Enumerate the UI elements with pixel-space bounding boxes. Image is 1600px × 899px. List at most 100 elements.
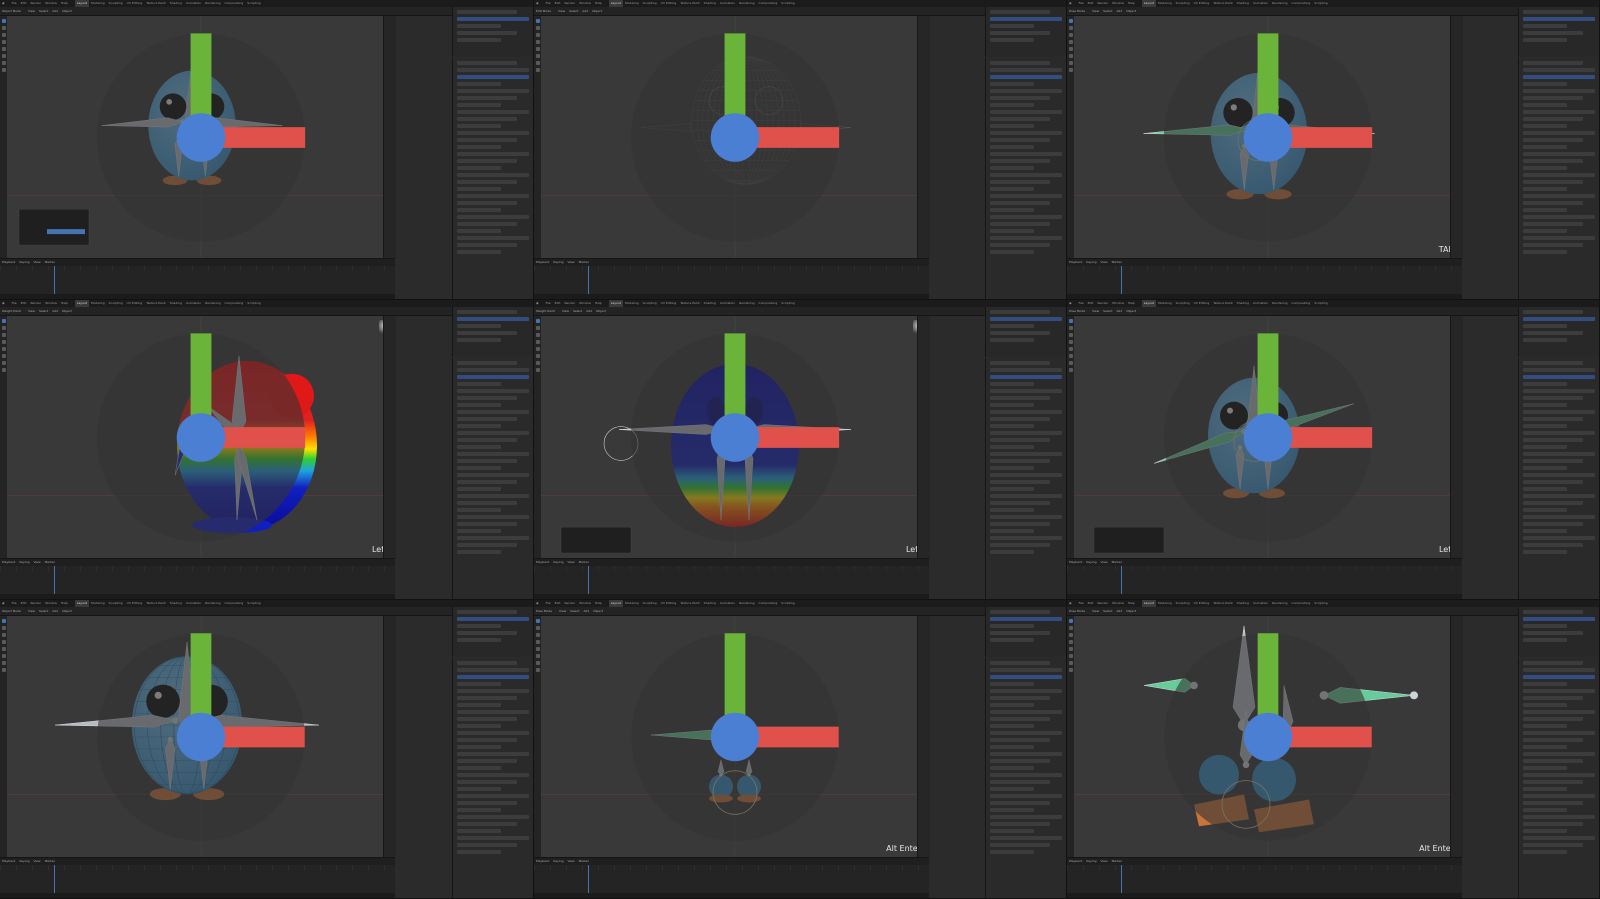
navigation-gizmo[interactable]: [1074, 16, 1462, 259]
annotate-tool-icon[interactable]: [535, 361, 540, 365]
menu-item[interactable]: Render: [1095, 0, 1110, 7]
menu-item[interactable]: Help: [59, 0, 70, 7]
workspace-tab[interactable]: Texture Paint: [144, 0, 167, 7]
workspace-tab[interactable]: Compositing: [1289, 300, 1312, 307]
move-tool-icon[interactable]: [535, 333, 540, 337]
blender-logo-icon[interactable]: ◉: [0, 300, 7, 307]
workspace-tab[interactable]: Layout: [74, 300, 89, 307]
header-menu[interactable]: Object: [594, 307, 608, 315]
menu-item[interactable]: Edit: [553, 600, 563, 607]
scale-tool-icon[interactable]: [1068, 647, 1073, 651]
header-menu[interactable]: Add: [1114, 307, 1124, 315]
timeline-menu[interactable]: Marker: [577, 259, 591, 266]
blender-logo-icon[interactable]: ◉: [0, 600, 7, 607]
workspace-tab[interactable]: Texture Paint: [678, 0, 701, 7]
menu-item[interactable]: Help: [593, 300, 604, 307]
annotate-tool-icon[interactable]: [535, 61, 540, 65]
header-menu[interactable]: View: [1090, 307, 1101, 315]
workspace-tab[interactable]: Texture Paint: [678, 600, 701, 607]
workspace-tab[interactable]: Sculpting: [641, 0, 659, 7]
scale-tool-icon[interactable]: [535, 347, 540, 351]
workspace-tab[interactable]: Modeling: [89, 300, 107, 307]
header-menu[interactable]: Object: [1124, 307, 1138, 315]
timeline[interactable]: Playback Keying View Marker: [534, 258, 929, 299]
3d-viewport[interactable]: [541, 16, 929, 259]
workspace-tab[interactable]: Modeling: [89, 0, 107, 7]
outliner[interactable]: [1518, 307, 1599, 357]
header-menu[interactable]: View: [1090, 607, 1101, 615]
timeline-menu[interactable]: Keying: [1084, 858, 1098, 865]
frame-ruler[interactable]: [534, 865, 929, 870]
blender-logo-icon[interactable]: ◉: [534, 300, 541, 307]
workspace-tab[interactable]: Modeling: [623, 300, 641, 307]
cursor-tool-icon[interactable]: [535, 626, 540, 630]
workspace-tab[interactable]: Rendering: [737, 300, 756, 307]
menu-item[interactable]: File: [10, 300, 19, 307]
workspace-tab[interactable]: Scripting: [1312, 0, 1329, 7]
rotate-tool-icon[interactable]: [1068, 40, 1073, 44]
properties-editor[interactable]: [1518, 358, 1599, 599]
workspace-tab[interactable]: UV Editing: [125, 0, 145, 7]
3d-viewport[interactable]: [7, 16, 395, 259]
menu-item[interactable]: File: [10, 0, 19, 7]
sidebar-n-panel[interactable]: [383, 316, 396, 559]
menu-item[interactable]: Window: [577, 600, 593, 607]
select-tool-icon[interactable]: [535, 319, 540, 323]
timeline-menu[interactable]: View: [31, 259, 42, 266]
header-menu[interactable]: View: [557, 607, 568, 615]
transform-tool-icon[interactable]: [1068, 654, 1073, 658]
sidebar-n-panel[interactable]: [1450, 616, 1463, 858]
rotate-tool-icon[interactable]: [535, 340, 540, 344]
timeline-menu[interactable]: Marker: [43, 858, 57, 865]
cursor-tool-icon[interactable]: [1, 26, 6, 30]
menu-item[interactable]: Help: [1126, 300, 1137, 307]
transform-tool-icon[interactable]: [1, 354, 6, 358]
workspace-tab[interactable]: Scripting: [245, 300, 262, 307]
properties-editor[interactable]: [452, 358, 533, 599]
3d-viewport[interactable]: [7, 616, 395, 858]
menu-item[interactable]: Render: [1095, 600, 1110, 607]
workspace-tab[interactable]: Compositing: [222, 300, 245, 307]
rotate-tool-icon[interactable]: [1068, 640, 1073, 644]
workspace-tab[interactable]: Texture Paint: [144, 300, 167, 307]
select-tool-icon[interactable]: [1068, 319, 1073, 323]
timeline-menu[interactable]: Keying: [17, 858, 31, 865]
navigation-gizmo[interactable]: [1074, 316, 1462, 559]
header-menu[interactable]: Select: [37, 607, 50, 615]
blender-logo-icon[interactable]: ◉: [1067, 300, 1074, 307]
rotate-tool-icon[interactable]: [1068, 340, 1073, 344]
header-menu[interactable]: Object: [60, 307, 74, 315]
workspace-tab[interactable]: Animation: [184, 300, 203, 307]
sidebar-n-panel[interactable]: [1450, 16, 1463, 259]
workspace-tab[interactable]: Compositing: [1289, 0, 1312, 7]
annotate-tool-icon[interactable]: [1068, 61, 1073, 65]
header-menu[interactable]: View: [560, 307, 571, 315]
frame-ruler[interactable]: [0, 566, 395, 571]
header-menu[interactable]: View: [26, 7, 37, 15]
3d-viewport[interactable]: Alt Enter: [541, 616, 929, 858]
workspace-tab[interactable]: Animation: [1251, 600, 1270, 607]
workspace-tab[interactable]: Layout: [74, 0, 89, 7]
sidebar-n-panel[interactable]: [383, 16, 396, 259]
timeline-menu[interactable]: View: [1098, 559, 1109, 566]
workspace-tab[interactable]: Texture Paint: [1211, 0, 1234, 7]
workspace-tab[interactable]: Sculpting: [1174, 300, 1192, 307]
properties-editor[interactable]: [985, 58, 1066, 299]
workspace-tab[interactable]: UV Editing: [659, 0, 679, 7]
timeline-menu[interactable]: Keying: [551, 259, 565, 266]
workspace-tab[interactable]: Scripting: [779, 600, 796, 607]
header-menu[interactable]: Object: [1124, 7, 1138, 15]
timeline-menu[interactable]: View: [1098, 858, 1109, 865]
workspace-tab[interactable]: Animation: [718, 300, 737, 307]
workspace-tab[interactable]: Animation: [184, 0, 203, 7]
workspace-tab[interactable]: Scripting: [1312, 300, 1329, 307]
workspace-tab[interactable]: Animation: [1251, 0, 1270, 7]
timeline-menu[interactable]: View: [1098, 259, 1109, 266]
workspace-tab[interactable]: Modeling: [1156, 0, 1174, 7]
move-tool-icon[interactable]: [1068, 333, 1073, 337]
workspace-tab[interactable]: Animation: [184, 600, 203, 607]
workspace-tab[interactable]: Animation: [718, 600, 737, 607]
header-menu[interactable]: View: [26, 307, 37, 315]
workspace-tab[interactable]: Rendering: [737, 600, 756, 607]
header-menu[interactable]: Object: [590, 7, 604, 15]
